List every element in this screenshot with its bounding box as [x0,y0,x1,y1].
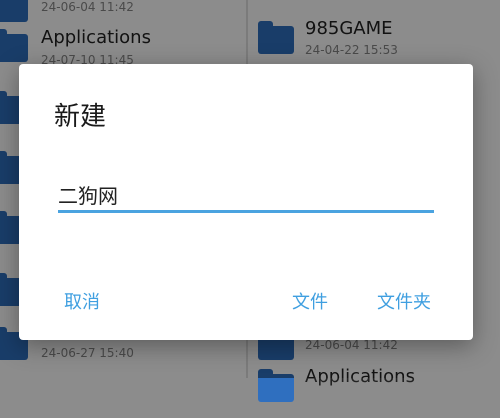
new-folder-button[interactable]: 文件夹 [377,288,431,314]
dialog-title: 新建 [54,102,107,132]
new-item-dialog: 新建 取消 文件 文件夹 [19,64,473,340]
name-input[interactable] [58,178,434,210]
input-underline [58,210,434,213]
cancel-button[interactable]: 取消 [64,288,100,314]
folder-icon [258,369,294,402]
